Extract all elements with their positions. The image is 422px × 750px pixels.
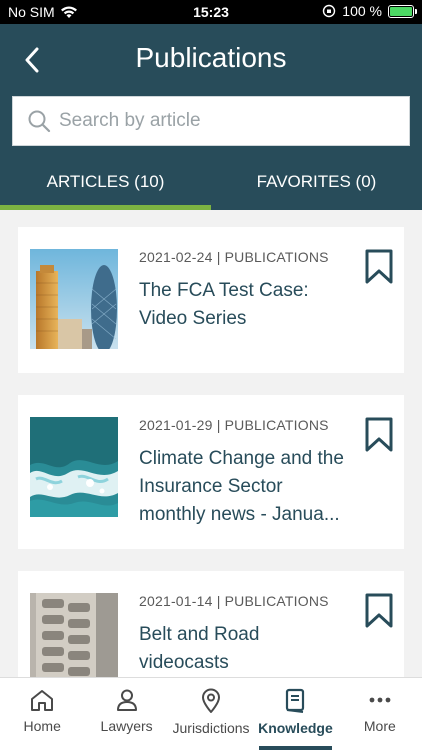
nav-lawyers[interactable]: Lawyers [84, 678, 168, 750]
nav-label: Lawyers [100, 718, 153, 734]
search-input[interactable] [59, 110, 379, 132]
nav-label: Knowledge [258, 720, 333, 736]
battery-percent: 100 % [342, 3, 382, 19]
nav-knowledge[interactable]: Knowledge [253, 678, 337, 750]
article-card[interactable]: 2021-02-24 | PUBLICATIONS The FCA Test C… [18, 227, 404, 373]
battery-icon [388, 4, 417, 18]
bookmark-button[interactable] [364, 249, 394, 285]
search-icon [28, 110, 51, 133]
page-title: Publications [135, 42, 287, 73]
location-pin-icon [202, 688, 221, 713]
tire-tread-image [30, 593, 118, 677]
bookmark-button[interactable] [364, 417, 394, 453]
bookmark-icon [365, 249, 393, 284]
nav-label: More [363, 718, 396, 734]
bookmark-icon [365, 593, 393, 628]
tab-bar: ARTICLES (10) FAVORITES (0) [0, 158, 422, 210]
home-icon [31, 690, 54, 711]
header: Publications ARTICLES (10) FAVORITES (0) [0, 24, 422, 210]
person-icon [116, 689, 137, 711]
tab-articles[interactable]: ARTICLES (10) [0, 158, 211, 210]
nav-home[interactable]: Home [0, 678, 84, 750]
orientation-lock-icon [323, 4, 336, 18]
bookmark-button[interactable] [364, 593, 394, 629]
tab-favorites[interactable]: FAVORITES (0) [211, 158, 422, 210]
book-icon [286, 688, 305, 713]
nav-more[interactable]: More [338, 678, 422, 750]
bottom-nav: Home Lawyers Jurisdictions Knowledge Mor… [0, 677, 422, 750]
status-bar: No SIM 15:23 100 % [0, 0, 422, 24]
more-dots-icon [369, 697, 391, 703]
article-title[interactable]: Climate Change and the Insurance Sector … [139, 445, 354, 529]
article-title[interactable]: The FCA Test Case: Video Series [139, 277, 354, 333]
nav-label: Home [23, 718, 61, 734]
article-card[interactable]: 2021-01-14 | PUBLICATIONS Belt and Road … [18, 571, 404, 677]
city-skyline-image [30, 249, 118, 349]
ocean-waves-image [30, 417, 118, 517]
bookmark-icon [365, 417, 393, 452]
article-list: 2021-02-24 | PUBLICATIONS The FCA Test C… [0, 210, 422, 677]
search-bar[interactable] [12, 96, 410, 146]
nav-jurisdictions[interactable]: Jurisdictions [169, 678, 253, 750]
article-card[interactable]: 2021-01-29 | PUBLICATIONS Climate Change… [18, 395, 404, 549]
nav-label: Jurisdictions [172, 720, 250, 736]
article-title[interactable]: Belt and Road videocasts [139, 621, 354, 677]
